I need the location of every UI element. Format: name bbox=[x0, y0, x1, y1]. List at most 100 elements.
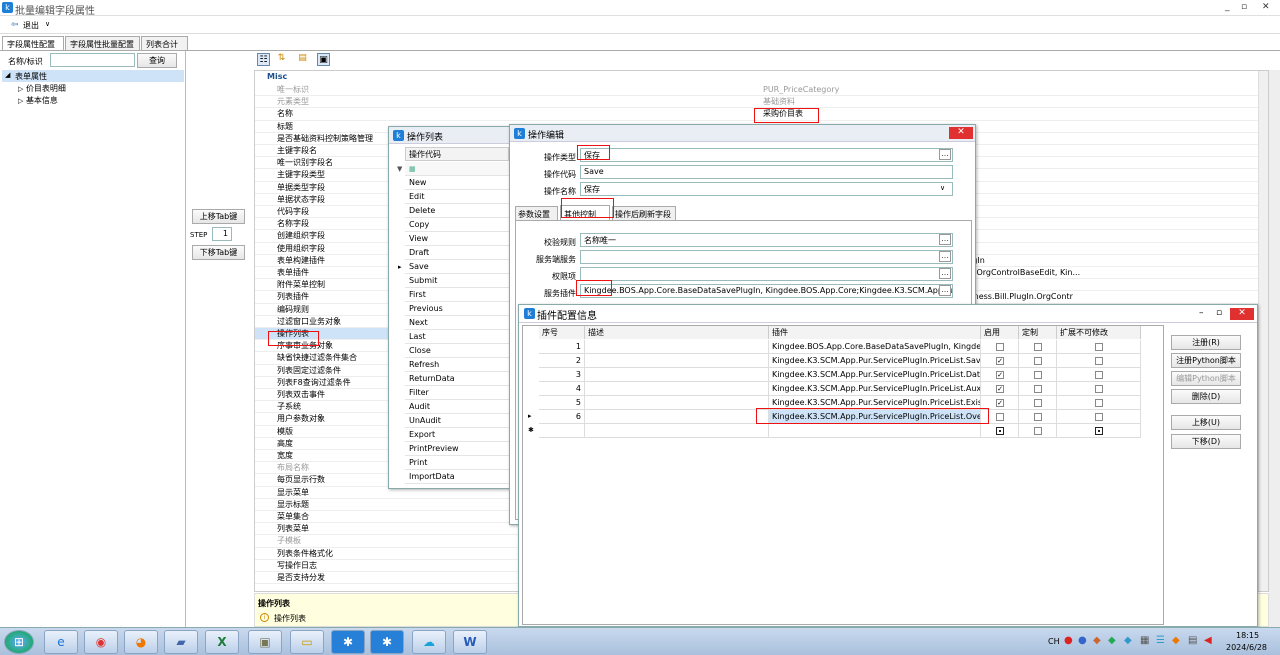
checkbox-enabled[interactable]: ✓ bbox=[996, 399, 1004, 407]
op-list-item[interactable]: Edit bbox=[405, 190, 509, 204]
chevron-down-icon[interactable]: ∨ bbox=[940, 184, 945, 192]
op-list-item[interactable]: Refresh bbox=[405, 358, 509, 372]
op-list-item[interactable]: Copy bbox=[405, 218, 509, 232]
edit-row-field[interactable] bbox=[580, 267, 953, 281]
plugin-new-cell[interactable] bbox=[585, 424, 769, 438]
plugin-cell-plugin[interactable]: Kingdee.BOS.App.Core.BaseDataSavePlugIn,… bbox=[769, 340, 981, 354]
op-list-item[interactable]: ReturnData bbox=[405, 372, 509, 386]
kingdee-icon[interactable]: ✱ bbox=[331, 630, 365, 654]
collapse-icon[interactable]: ◢ bbox=[5, 71, 10, 79]
op-list-item[interactable]: New bbox=[405, 176, 509, 190]
plugin-btn-5[interactable]: 下移(D) bbox=[1171, 434, 1241, 449]
volume-icon[interactable]: ◀ bbox=[1204, 635, 1212, 646]
plugin-new-cell[interactable] bbox=[539, 424, 585, 438]
checkbox-new[interactable] bbox=[1095, 427, 1103, 435]
outer-scrollbar[interactable] bbox=[1269, 70, 1280, 627]
plugin-btn-1[interactable]: 注册Python脚本 bbox=[1171, 353, 1241, 368]
properties-icon[interactable]: ▤ bbox=[296, 53, 309, 66]
property-row[interactable]: 元素类型 基础资料 bbox=[255, 96, 1268, 109]
exit-menu[interactable]: 退出 bbox=[23, 20, 39, 31]
network-icon[interactable]: ☰ bbox=[1156, 635, 1165, 646]
property-row[interactable]: 唯一标识 PUR_PriceCategory bbox=[255, 84, 1268, 97]
op-list-item[interactable]: Next bbox=[405, 316, 509, 330]
cloud-icon[interactable]: ☁ bbox=[412, 630, 446, 654]
edit-row-field[interactable] bbox=[580, 250, 953, 264]
book-icon[interactable]: ▰ bbox=[164, 630, 198, 654]
op-list-item[interactable]: First bbox=[405, 288, 509, 302]
op-list-item[interactable]: UnAudit bbox=[405, 414, 509, 428]
chevron-down-icon[interactable]: ∨ bbox=[45, 20, 50, 28]
plugin-new-cell[interactable] bbox=[769, 424, 981, 438]
browser-icon[interactable]: ◕ bbox=[124, 630, 158, 654]
move-tab-down-button[interactable]: 下移Tab键 bbox=[192, 245, 245, 260]
op-list-item[interactable]: Last bbox=[405, 330, 509, 344]
tree-root-row[interactable]: ◢ 表单属性 bbox=[2, 70, 184, 82]
plugin-cell-no[interactable]: 6 bbox=[539, 410, 585, 424]
plugin-cell-plugin[interactable]: Kingdee.K3.SCM.App.Pur.ServicePlugIn.Pri… bbox=[769, 410, 981, 424]
clock-date[interactable]: 2024/6/28 bbox=[1226, 643, 1267, 652]
alphabetical-icon[interactable]: ⇅ bbox=[275, 53, 288, 66]
tab-field-config[interactable]: 字段属性配置 bbox=[2, 36, 64, 51]
categorized-icon[interactable]: ☷ bbox=[257, 53, 270, 66]
op-list-item[interactable]: ImportData bbox=[405, 470, 509, 484]
excel-icon[interactable]: X bbox=[205, 630, 239, 654]
grid-scrollbar[interactable] bbox=[1258, 71, 1268, 591]
expand-icon[interactable]: ▷ bbox=[18, 85, 23, 93]
plugin-cell-desc[interactable] bbox=[585, 396, 769, 410]
plugin-btn-0[interactable]: 注册(R) bbox=[1171, 335, 1241, 350]
op-list-item[interactable]: Draft bbox=[405, 246, 509, 260]
start-icon[interactable]: ⊞ bbox=[4, 630, 34, 654]
tab-batch-config[interactable]: 字段属性批量配置 bbox=[65, 36, 140, 51]
plugin-cell-desc[interactable] bbox=[585, 410, 769, 424]
checkbox-custom[interactable] bbox=[1034, 385, 1042, 393]
checkbox-enabled[interactable]: ✓ bbox=[996, 357, 1004, 365]
tree-item-basic-info[interactable]: ▷ 基本信息 bbox=[18, 95, 58, 106]
plugin-cell-plugin[interactable]: Kingdee.K3.SCM.App.Pur.ServicePlugIn.Pri… bbox=[769, 382, 981, 396]
kingdee-icon[interactable]: ✱ bbox=[370, 630, 404, 654]
plugin-cell-desc[interactable] bbox=[585, 382, 769, 396]
expand-icon[interactable]: ▷ bbox=[18, 97, 23, 105]
op-list-item[interactable]: Save bbox=[405, 260, 509, 274]
word-icon[interactable]: W bbox=[453, 630, 487, 654]
checkbox-custom[interactable] bbox=[1034, 399, 1042, 407]
checkbox-ext[interactable] bbox=[1095, 357, 1103, 365]
tab-list-total[interactable]: 列表合计 bbox=[141, 36, 188, 51]
checkbox-enabled[interactable] bbox=[996, 343, 1004, 351]
ime-indicator[interactable]: CH bbox=[1048, 637, 1060, 646]
checkbox-enabled[interactable] bbox=[996, 413, 1004, 421]
checkbox-enabled[interactable]: ✓ bbox=[996, 385, 1004, 393]
ellipsis-icon[interactable]: … bbox=[939, 149, 951, 160]
tray-icon[interactable]: ◆ bbox=[1172, 635, 1180, 646]
property-row[interactable]: 名称 采购价目表 bbox=[255, 108, 1268, 121]
ellipsis-icon[interactable]: … bbox=[939, 234, 951, 245]
checkbox-ext[interactable] bbox=[1095, 371, 1103, 379]
ellipsis-icon[interactable]: … bbox=[939, 268, 951, 279]
plugin-cell-no[interactable]: 4 bbox=[539, 382, 585, 396]
checkbox-custom[interactable] bbox=[1034, 357, 1042, 365]
op-list-item[interactable]: Submit bbox=[405, 274, 509, 288]
tab-refresh-fields[interactable]: 操作后刷新字段 bbox=[612, 206, 676, 220]
search-button[interactable]: 查询 bbox=[137, 53, 177, 68]
help-icon[interactable]: ● bbox=[1078, 635, 1087, 646]
folder-icon[interactable]: ▭ bbox=[290, 630, 324, 654]
checkbox-ext[interactable] bbox=[1095, 413, 1103, 421]
op-list-item[interactable]: View bbox=[405, 232, 509, 246]
plugin-cell-desc[interactable] bbox=[585, 354, 769, 368]
tab-other-control[interactable]: 其他控制 bbox=[560, 205, 610, 221]
move-tab-up-button[interactable]: 上移Tab键 bbox=[192, 209, 245, 224]
restore-button[interactable]: ▫ bbox=[1241, 2, 1247, 12]
plugin-cell-plugin[interactable]: Kingdee.K3.SCM.App.Pur.ServicePlugIn.Pri… bbox=[769, 368, 981, 382]
op-list-item[interactable]: Print bbox=[405, 456, 509, 470]
tray-icon[interactable]: ◆ bbox=[1093, 635, 1101, 646]
clock-time[interactable]: 18:15 bbox=[1236, 631, 1259, 640]
plugin-cell-no[interactable]: 5 bbox=[539, 396, 585, 410]
maximize-icon[interactable]: ▫ bbox=[1216, 308, 1222, 318]
minimize-button[interactable]: _ bbox=[1225, 2, 1230, 12]
ellipsis-icon[interactable]: … bbox=[939, 285, 951, 296]
op-name-field[interactable]: 保存 bbox=[580, 182, 953, 196]
plugin-cell-plugin[interactable]: Kingdee.K3.SCM.App.Pur.ServicePlugIn.Pri… bbox=[769, 354, 981, 368]
checkbox-ext[interactable] bbox=[1095, 343, 1103, 351]
edit-row-field[interactable]: Kingdee.BOS.App.Core.BaseDataSavePlugIn,… bbox=[580, 284, 953, 298]
checkbox-new[interactable] bbox=[1034, 427, 1042, 435]
search-input[interactable] bbox=[50, 53, 135, 67]
